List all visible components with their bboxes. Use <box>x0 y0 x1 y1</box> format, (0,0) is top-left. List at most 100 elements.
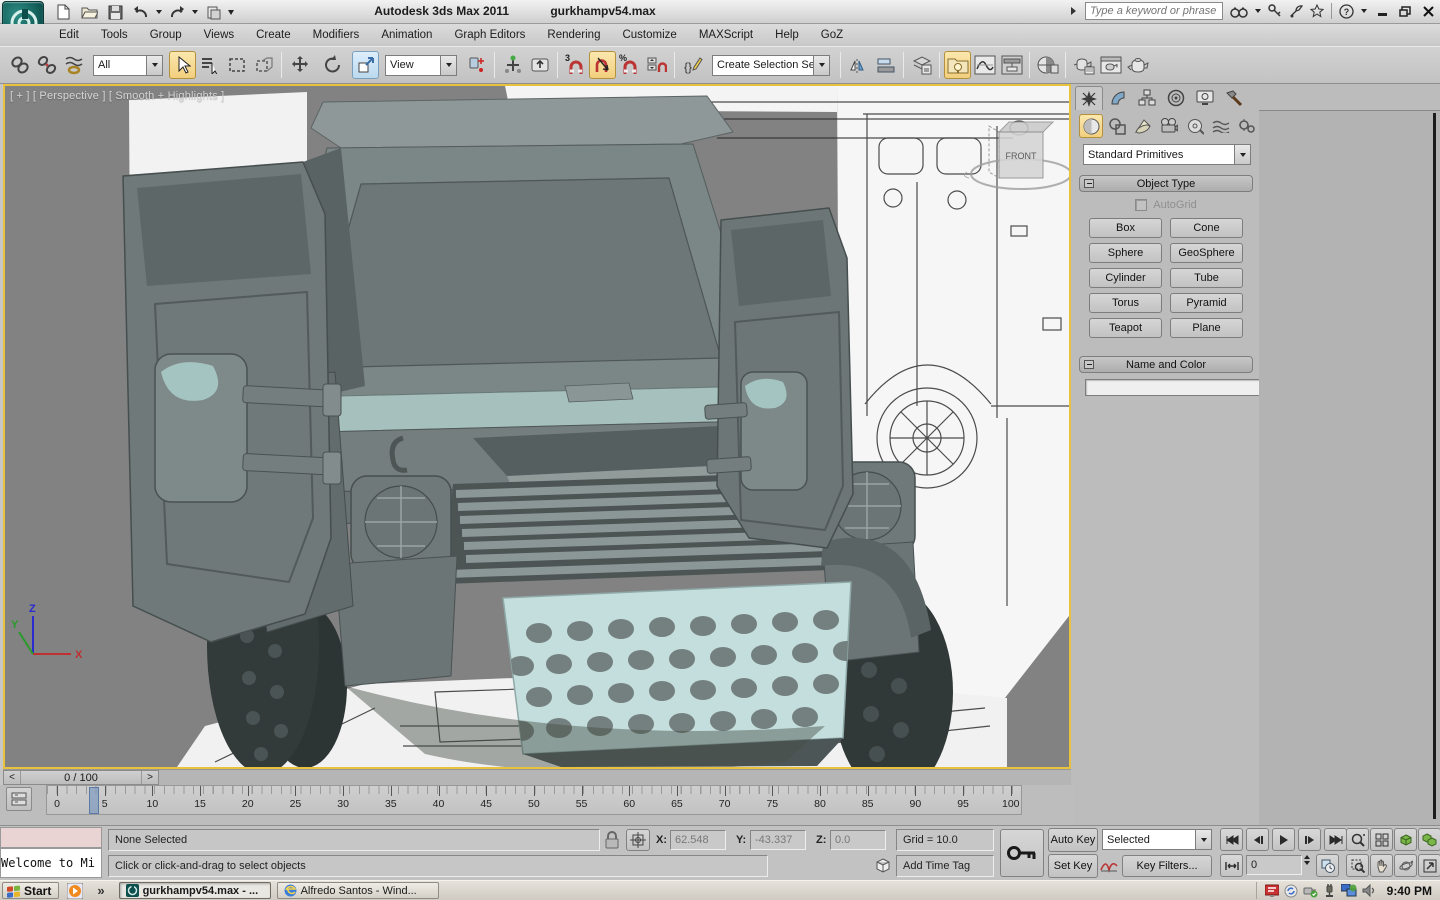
time-configuration-button[interactable] <box>1316 854 1339 877</box>
qat-customize-caret[interactable] <box>228 10 234 15</box>
frame-spinner[interactable] <box>1304 855 1310 865</box>
menu-edit[interactable]: Edit <box>50 26 88 44</box>
mirror-button[interactable] <box>845 51 872 79</box>
render-production-button[interactable] <box>1124 51 1151 79</box>
selection-filter-dropdown[interactable]: All <box>93 55 163 76</box>
category-spacewarps-button[interactable] <box>1209 114 1233 138</box>
dock-scrollbar[interactable] <box>1433 113 1436 819</box>
keyboard-shortcut-override-button[interactable] <box>526 51 553 79</box>
use-pivot-point-button[interactable] <box>463 51 490 79</box>
layer-manager-button[interactable] <box>908 51 935 79</box>
time-slider-handle[interactable]: < 0 / 100 > <box>3 770 159 785</box>
track-bar-position-handle[interactable] <box>89 787 99 814</box>
quick-launch-media-button[interactable] <box>67 883 83 899</box>
z-coordinate-field[interactable] <box>830 830 886 850</box>
menu-tools[interactable]: Tools <box>92 26 137 44</box>
project-folder-button[interactable] <box>202 2 224 22</box>
previous-frame-playback-button[interactable] <box>1246 828 1269 851</box>
tray-volume-icon[interactable] <box>1362 884 1376 897</box>
menu-rendering[interactable]: Rendering <box>538 26 609 44</box>
select-and-scale-button[interactable] <box>352 51 379 79</box>
edit-named-selection-sets-button[interactable]: {} <box>679 51 706 79</box>
rectangular-selection-region-button[interactable] <box>223 51 250 79</box>
taskbar-task-browser[interactable]: Alfredo Santos - Wind... <box>277 882 439 899</box>
tab-display[interactable] <box>1191 86 1219 110</box>
menu-goz[interactable]: GoZ <box>812 26 852 44</box>
tray-network-icon[interactable] <box>1341 884 1357 897</box>
undo-dropdown-caret[interactable] <box>156 10 162 14</box>
viewport-label[interactable]: [ + ] [ Perspective ] [ Smooth + Highlig… <box>10 90 224 102</box>
menu-customize[interactable]: Customize <box>613 26 685 44</box>
previous-frame-button[interactable]: < <box>4 771 21 784</box>
category-helpers-button[interactable] <box>1183 114 1207 138</box>
help-icon[interactable]: ? <box>1339 4 1354 19</box>
infocenter-arrow-icon[interactable] <box>1070 6 1078 16</box>
render-setup-button[interactable] <box>1070 51 1097 79</box>
isolate-selection-button[interactable] <box>874 857 892 875</box>
tab-modify[interactable] <box>1104 86 1132 110</box>
object-type-plane[interactable]: Plane <box>1170 318 1243 338</box>
zoom-region-button[interactable] <box>1346 854 1369 877</box>
object-type-tube[interactable]: Tube <box>1170 268 1243 288</box>
object-name-input[interactable] <box>1085 379 1264 396</box>
category-geometry-button[interactable] <box>1079 114 1103 138</box>
select-object-button[interactable] <box>169 51 196 79</box>
menu-help[interactable]: Help <box>766 26 808 44</box>
select-and-rotate-button[interactable] <box>319 51 346 79</box>
spinner-snap-toggle-button[interactable] <box>643 51 670 79</box>
restore-button[interactable] <box>1397 4 1413 18</box>
tray-sc-icon[interactable] <box>1265 884 1279 897</box>
name-color-header[interactable]: Name and Color <box>1079 356 1253 373</box>
auto-key-button[interactable]: Auto Key <box>1048 828 1098 852</box>
add-time-tag-button[interactable]: Add Time Tag <box>896 855 994 877</box>
tab-create[interactable] <box>1075 86 1103 110</box>
tray-plug-icon[interactable] <box>1323 884 1336 898</box>
time-slider[interactable]: < 0 / 100 > <box>3 769 1071 785</box>
autogrid-checkbox[interactable] <box>1135 199 1147 211</box>
quick-launch-chevron[interactable]: » <box>97 883 104 898</box>
save-button[interactable] <box>104 2 126 22</box>
material-editor-button[interactable] <box>1034 51 1061 79</box>
graphite-modeling-tools-button[interactable] <box>944 51 971 79</box>
zoom-extents-button[interactable] <box>1394 828 1417 851</box>
object-type-header[interactable]: Object Type <box>1079 175 1253 192</box>
menu-modifiers[interactable]: Modifiers <box>304 26 369 44</box>
undo-button[interactable] <box>130 2 152 22</box>
tray-usb-icon[interactable] <box>1303 884 1318 898</box>
menu-group[interactable]: Group <box>141 26 191 44</box>
object-type-torus[interactable]: Torus <box>1089 293 1162 313</box>
play-button[interactable] <box>1272 828 1295 851</box>
new-file-button[interactable] <box>52 2 74 22</box>
tab-utilities[interactable] <box>1220 86 1248 110</box>
category-systems-button[interactable] <box>1235 114 1259 138</box>
maximize-viewport-toggle-button[interactable] <box>1418 854 1440 877</box>
set-key-button[interactable]: Set Key <box>1048 854 1098 878</box>
object-type-sphere[interactable]: Sphere <box>1089 243 1162 263</box>
category-cameras-button[interactable] <box>1157 114 1181 138</box>
current-frame-field[interactable] <box>1246 855 1302 875</box>
zoom-extents-all-button[interactable] <box>1418 828 1440 851</box>
redo-button[interactable] <box>166 2 188 22</box>
close-button[interactable] <box>1420 4 1436 18</box>
minimize-button[interactable] <box>1374 4 1390 18</box>
select-and-link-button[interactable] <box>6 51 33 79</box>
go-to-end-button[interactable] <box>1324 828 1347 851</box>
key-mode-toggle-button[interactable] <box>1220 854 1243 877</box>
zoom-all-button[interactable] <box>1370 828 1393 851</box>
unlink-selection-button[interactable] <box>33 51 60 79</box>
named-selection-dropdown[interactable]: Create Selection Se <box>712 55 830 76</box>
key-filter-dropdown[interactable]: Selected <box>1102 829 1212 850</box>
absolute-offset-toggle-button[interactable] <box>626 829 650 851</box>
taskbar-task-3dsmax[interactable]: gurkhampv54.max - ... <box>119 882 271 899</box>
maxscript-listener-pink[interactable] <box>0 827 102 848</box>
communication-center-icon[interactable] <box>1289 4 1303 18</box>
selection-lock-button[interactable] <box>604 831 620 849</box>
menu-graph-editors[interactable]: Graph Editors <box>445 26 534 44</box>
track-bar-ruler[interactable]: 0510152025303540455055606570758085909510… <box>46 785 1022 815</box>
schematic-view-button[interactable] <box>998 51 1025 79</box>
curve-editor-button[interactable] <box>971 51 998 79</box>
pan-button[interactable] <box>1370 854 1393 877</box>
bind-to-space-warp-button[interactable] <box>60 51 87 79</box>
select-and-move-button[interactable] <box>286 51 313 79</box>
primitive-category-dropdown[interactable]: Standard Primitives <box>1083 144 1251 165</box>
